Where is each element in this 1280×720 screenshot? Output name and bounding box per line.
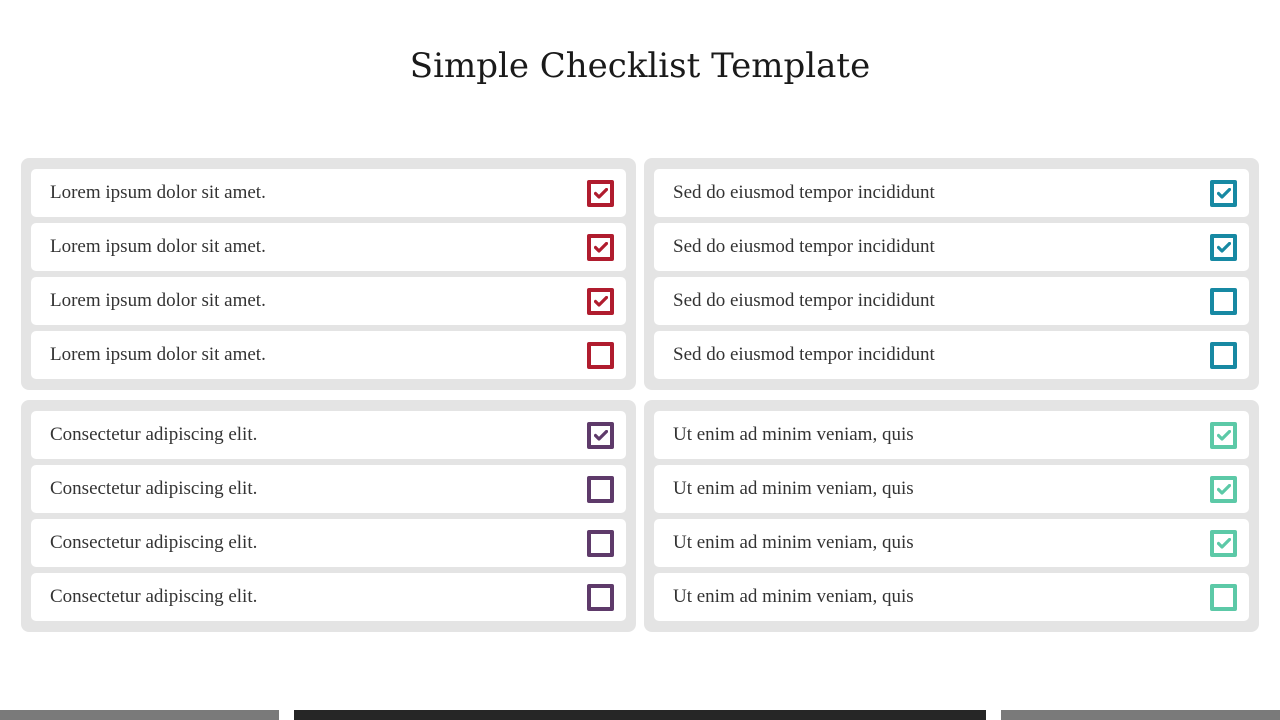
- checklist-item-label: Sed do eiusmod tempor incididunt: [673, 290, 935, 311]
- checklist-item: Lorem ipsum dolor sit amet.: [31, 169, 626, 217]
- checklist-panel-2: Sed do eiusmod tempor incididunt Sed do e…: [644, 158, 1259, 390]
- checkbox-unchecked[interactable]: [587, 529, 614, 557]
- checklist-item-label: Ut enim ad minim veniam, quis: [673, 424, 914, 445]
- footer-bar-right: [1001, 710, 1280, 720]
- checklist-item-label: Sed do eiusmod tempor incididunt: [673, 236, 935, 257]
- checkbox-checked[interactable]: [587, 421, 614, 449]
- checklist-item-label: Sed do eiusmod tempor incididunt: [673, 344, 935, 365]
- checklist-item: Ut enim ad minim veniam, quis: [654, 411, 1249, 459]
- checklist-item-label: Lorem ipsum dolor sit amet.: [50, 290, 266, 311]
- checkmark-icon: [593, 187, 608, 199]
- checkmark-icon: [593, 295, 608, 307]
- checklist-item: Consectetur adipiscing elit.: [31, 519, 626, 567]
- checklist-item: Lorem ipsum dolor sit amet.: [31, 277, 626, 325]
- checkbox-checked[interactable]: [587, 233, 614, 261]
- checklist-item-label: Ut enim ad minim veniam, quis: [673, 586, 914, 607]
- checklist-item: Ut enim ad minim veniam, quis: [654, 465, 1249, 513]
- checklist-panel-3: Consectetur adipiscing elit. Consectetur …: [21, 400, 636, 632]
- checkmark-icon: [1216, 187, 1231, 199]
- checklist-item: Consectetur adipiscing elit.: [31, 573, 626, 621]
- checkbox-unchecked[interactable]: [1210, 287, 1237, 315]
- checkbox-checked[interactable]: [587, 179, 614, 207]
- page-title: Simple Checklist Template: [409, 46, 871, 86]
- checkmark-icon: [593, 429, 608, 441]
- checklist-item-label: Consectetur adipiscing elit.: [50, 478, 258, 499]
- checkbox-checked[interactable]: [1210, 475, 1237, 503]
- checkbox-unchecked[interactable]: [587, 475, 614, 503]
- checklist-item-label: Lorem ipsum dolor sit amet.: [50, 182, 266, 203]
- checklist-item-label: Lorem ipsum dolor sit amet.: [50, 236, 266, 257]
- checklist-item: Sed do eiusmod tempor incididunt: [654, 223, 1249, 271]
- checkbox-unchecked[interactable]: [587, 341, 614, 369]
- checkbox-unchecked[interactable]: [1210, 583, 1237, 611]
- checklist-panel-1: Lorem ipsum dolor sit amet. Lorem ipsum d…: [21, 158, 636, 390]
- checklist-item-label: Ut enim ad minim veniam, quis: [673, 532, 914, 553]
- checklist-item: Sed do eiusmod tempor incididunt: [654, 331, 1249, 379]
- checklist-item-label: Consectetur adipiscing elit.: [50, 586, 258, 607]
- checklist-item-label: Sed do eiusmod tempor incididunt: [673, 182, 935, 203]
- checkbox-checked[interactable]: [1210, 179, 1237, 207]
- checklist-item: Consectetur adipiscing elit.: [31, 411, 626, 459]
- checklist-item: Sed do eiusmod tempor incididunt: [654, 169, 1249, 217]
- checklist-item: Ut enim ad minim veniam, quis: [654, 519, 1249, 567]
- checkbox-checked[interactable]: [1210, 233, 1237, 261]
- checkmark-icon: [1216, 429, 1231, 441]
- checkbox-unchecked[interactable]: [587, 583, 614, 611]
- checklist-item: Consectetur adipiscing elit.: [31, 465, 626, 513]
- checkmark-icon: [1216, 483, 1231, 495]
- checkmark-icon: [593, 241, 608, 253]
- checkbox-unchecked[interactable]: [1210, 341, 1237, 369]
- footer-bar-left: [0, 710, 279, 720]
- checklist-panel-4: Ut enim ad minim veniam, quis Ut enim ad …: [644, 400, 1259, 632]
- checklist-item-label: Lorem ipsum dolor sit amet.: [50, 344, 266, 365]
- footer-bar-middle: [294, 710, 986, 720]
- checkmark-icon: [1216, 537, 1231, 549]
- checkmark-icon: [1216, 241, 1231, 253]
- checklist-item: Ut enim ad minim veniam, quis: [654, 573, 1249, 621]
- checklist-item: Lorem ipsum dolor sit amet.: [31, 223, 626, 271]
- checkbox-checked[interactable]: [1210, 421, 1237, 449]
- checklist-item-label: Ut enim ad minim veniam, quis: [673, 478, 914, 499]
- checklist-item-label: Consectetur adipiscing elit.: [50, 424, 258, 445]
- checkbox-checked[interactable]: [1210, 529, 1237, 557]
- checklist-item-label: Consectetur adipiscing elit.: [50, 532, 258, 553]
- checklist-item: Lorem ipsum dolor sit amet.: [31, 331, 626, 379]
- checkbox-checked[interactable]: [587, 287, 614, 315]
- checklist-item: Sed do eiusmod tempor incididunt: [654, 277, 1249, 325]
